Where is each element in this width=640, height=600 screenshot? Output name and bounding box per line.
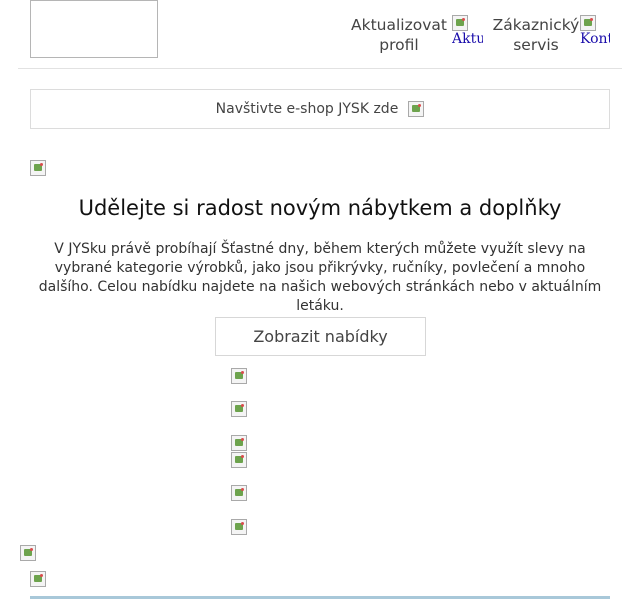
- footer-divider: [30, 596, 610, 599]
- eshop-banner[interactable]: Navštivte e-shop JYSK zde: [30, 89, 610, 129]
- social-icon-2-broken-image-icon[interactable]: [231, 401, 247, 417]
- jysk-logo-placeholder[interactable]: [30, 0, 158, 58]
- update-profile-image[interactable]: Aktu: [452, 15, 484, 51]
- customer-service-link[interactable]: Zákaznický servis: [492, 15, 580, 55]
- social-icon-6-broken-image-icon[interactable]: [231, 519, 247, 535]
- eshop-banner-text: Navštivte e-shop JYSK zde: [215, 101, 399, 117]
- hero-image-broken-icon: [30, 160, 46, 176]
- eshop-arrow-image[interactable]: [408, 101, 425, 117]
- social-icon-1-broken-image-icon[interactable]: [231, 368, 247, 384]
- social-icon-3-broken-image-icon[interactable]: [231, 435, 247, 451]
- main-body-text: V JYSku právě probíhají Šťastné dny, běh…: [38, 241, 602, 314]
- customer-service-alt-text: Kont: [580, 31, 610, 47]
- broken-image-icon: [408, 101, 425, 117]
- footer-image-2-broken-icon: [30, 571, 46, 587]
- social-icon-4-broken-image-icon[interactable]: [231, 452, 247, 468]
- header-divider: [18, 68, 622, 69]
- social-icon-5-broken-image-icon[interactable]: [231, 485, 247, 501]
- main-headline: Udělejte si radost novým nábytkem a dopl…: [78, 196, 562, 220]
- customer-service-image[interactable]: Kont: [580, 15, 612, 51]
- broken-image-icon: [580, 15, 596, 31]
- show-offers-button[interactable]: Zobrazit nabídky: [215, 317, 426, 356]
- update-profile-link[interactable]: Aktualizovat profil: [350, 15, 448, 55]
- update-profile-alt-text: Aktu: [452, 31, 483, 47]
- footer-image-1-broken-icon: [20, 545, 36, 561]
- broken-image-icon: [452, 15, 468, 31]
